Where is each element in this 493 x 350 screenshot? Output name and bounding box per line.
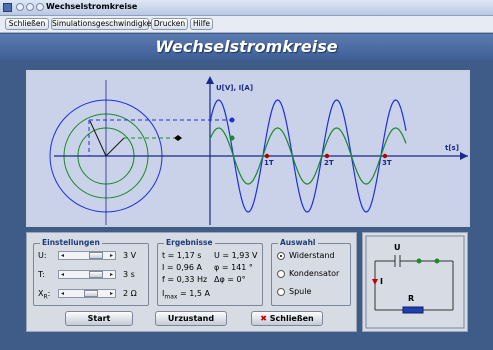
window-titlebar: Wechselstromkreise xyxy=(0,0,493,16)
xr-value: 2 Ω xyxy=(123,289,137,298)
tick-2t-marker xyxy=(324,153,330,159)
oscillogram: 1T 2T 3T U[V], I[A] t[s] xyxy=(49,76,468,225)
tick-2t: 2T xyxy=(324,159,334,167)
circuit-u-label: U xyxy=(394,243,401,252)
ergebnisse-title: Ergebnisse xyxy=(164,238,215,247)
circuit-i-label: I xyxy=(380,277,383,286)
window-title: Wechselstromkreise xyxy=(46,2,138,11)
minimize-button[interactable] xyxy=(16,3,24,11)
circuit-r-label: R xyxy=(408,294,414,303)
u-slider[interactable]: ◂ ▸ xyxy=(58,251,116,260)
circuit-diagram-panel: U I R xyxy=(362,232,468,332)
radio-spule-label[interactable]: Spule xyxy=(289,287,311,296)
current-arrow-icon xyxy=(372,279,378,285)
tick-3t: 3T xyxy=(382,159,392,167)
result-i: I = 0,96 A xyxy=(162,263,202,272)
schliessen-button[interactable]: ✖ Schließen xyxy=(251,311,323,326)
radio-widerstand-label[interactable]: Widerstand xyxy=(289,251,335,260)
urzustand-button[interactable]: Urzustand xyxy=(155,311,227,326)
voltage-phasor xyxy=(89,120,107,157)
xr-slider-thumb[interactable] xyxy=(84,290,98,297)
t-label: T: xyxy=(38,270,45,279)
result-u: U = 1,93 V xyxy=(214,251,258,260)
einstellungen-title: Einstellungen xyxy=(40,238,102,247)
app-icon xyxy=(3,3,12,12)
menu-simulationsgeschwindigkeit[interactable]: Simulationsgeschwindigkeit xyxy=(51,18,156,30)
radio-kondensator[interactable] xyxy=(277,270,285,278)
app-banner: Wechselstromkreise xyxy=(0,34,493,60)
menu-bar: Schließen Simulationsgeschwindigkeit Dru… xyxy=(0,16,493,33)
app-title: Wechselstromkreise xyxy=(155,37,338,56)
menu-schliessen[interactable]: Schließen xyxy=(5,18,49,30)
current-phasor xyxy=(105,137,125,157)
t-slider-thumb[interactable] xyxy=(89,271,103,278)
radio-widerstand[interactable] xyxy=(277,252,285,260)
auswahl-title: Auswahl xyxy=(278,238,318,247)
phi-marker xyxy=(174,135,182,141)
result-f: f = 0,33 Hz xyxy=(162,275,208,284)
close-button[interactable] xyxy=(36,3,44,11)
t-slider[interactable]: ◂ ▸ xyxy=(58,270,116,279)
result-t: t = 1,17 s xyxy=(162,251,202,260)
t-value: 3 s xyxy=(123,270,135,279)
result-phi: φ = 141 ° xyxy=(214,263,253,272)
u-slider-thumb[interactable] xyxy=(89,252,103,259)
resistor-symbol xyxy=(402,306,424,314)
maximize-button[interactable] xyxy=(26,3,34,11)
xr-label: XR: xyxy=(38,289,51,301)
tick-1t: 1T xyxy=(264,159,274,167)
menu-hilfe[interactable]: Hilfe xyxy=(190,18,213,30)
result-delta-phi: Δφ = 0° xyxy=(214,275,246,284)
radio-spule[interactable] xyxy=(277,288,285,296)
y-axis-arrow xyxy=(206,76,214,84)
schliessen-button-label: Schließen xyxy=(269,314,314,323)
y-axis-label: U[V], I[A] xyxy=(216,84,253,92)
current-point xyxy=(229,135,235,141)
control-panel: Einstellungen U: ◂ ▸ 3 V T: ◂ ▸ 3 s XR: ◂ ▸… xyxy=(26,232,357,332)
voltage-point xyxy=(229,117,235,123)
xr-slider[interactable]: ◂ ▸ xyxy=(58,289,116,298)
start-button[interactable]: Start xyxy=(65,311,133,326)
menu-drucken[interactable]: Drucken xyxy=(151,18,188,30)
node-2 xyxy=(434,258,440,264)
x-axis-label: t[s] xyxy=(445,144,459,152)
ergebnisse-group: Ergebnisse t = 1,17 s U = 1,93 V I = 0,9… xyxy=(157,238,263,306)
result-imax: Imax = 1,5 A xyxy=(162,289,210,301)
auswahl-group: Auswahl Widerstand Kondensator Spule xyxy=(271,238,351,306)
close-x-icon: ✖ xyxy=(260,314,267,323)
tick-3t-marker xyxy=(382,153,388,159)
u-value: 3 V xyxy=(123,251,137,260)
radio-kondensator-label[interactable]: Kondensator xyxy=(289,269,339,278)
plot-area: 1T 2T 3T U[V], I[A] t[s] xyxy=(26,70,470,227)
t-axis-arrow xyxy=(460,152,468,160)
circuit-diagram: U I R xyxy=(365,235,465,329)
node-1 xyxy=(416,258,422,264)
einstellungen-group: Einstellungen U: ◂ ▸ 3 V T: ◂ ▸ 3 s XR: ◂ ▸… xyxy=(33,238,149,306)
u-label: U: xyxy=(38,251,47,260)
tick-1t-marker xyxy=(264,153,270,159)
